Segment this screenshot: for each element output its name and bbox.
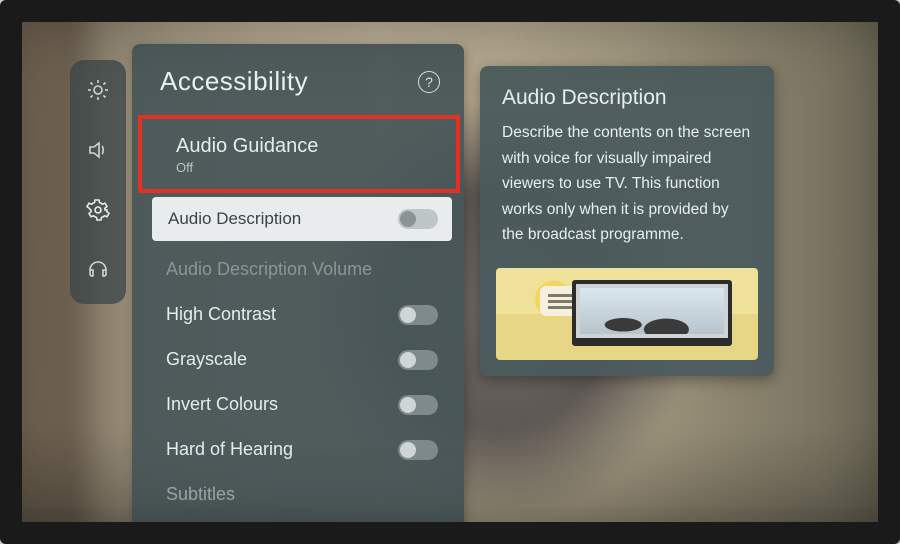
item-audio-description-volume: Audio Description Volume [132, 247, 464, 292]
toggle-invert-colours[interactable] [398, 395, 438, 415]
toggle-grayscale[interactable] [398, 350, 438, 370]
item-label: High Contrast [166, 304, 276, 325]
item-grayscale[interactable]: Grayscale [132, 337, 464, 382]
item-invert-colours[interactable]: Invert Colours [132, 382, 464, 427]
detail-illustration [496, 268, 758, 360]
help-icon[interactable]: ? [418, 71, 440, 93]
item-audio-description[interactable]: Audio Description [152, 197, 452, 241]
detail-body: Describe the contents on the screen with… [480, 120, 774, 262]
settings-list: Audio Guidance Off Audio Description Aud… [132, 115, 464, 517]
toggle-high-contrast[interactable] [398, 305, 438, 325]
item-hard-of-hearing[interactable]: Hard of Hearing [132, 427, 464, 472]
accessibility-panel: Accessibility ? Audio Guidance Off Audio… [132, 44, 464, 544]
sound-icon[interactable] [78, 130, 118, 170]
item-label: Invert Colours [166, 394, 278, 415]
item-label: Audio Description Volume [166, 259, 372, 280]
item-subtitles[interactable]: Subtitles [132, 472, 464, 517]
item-label: Grayscale [166, 349, 247, 370]
toggle-audio-description[interactable] [398, 209, 438, 229]
item-label: Subtitles [166, 484, 235, 505]
item-text: Audio Guidance Off [176, 135, 318, 175]
item-label: Hard of Hearing [166, 439, 293, 460]
settings-category-rail [70, 60, 126, 304]
item-label: Audio Guidance [176, 135, 318, 158]
toggle-hard-of-hearing[interactable] [398, 440, 438, 460]
panel-title: Accessibility [160, 66, 308, 97]
item-value: Off [176, 160, 318, 175]
settings-icon[interactable] [78, 190, 118, 230]
detail-title: Audio Description [480, 66, 774, 120]
support-icon[interactable] [78, 250, 118, 290]
item-high-contrast[interactable]: High Contrast [132, 292, 464, 337]
detail-card: Audio Description Describe the contents … [480, 66, 774, 376]
brightness-icon[interactable] [78, 70, 118, 110]
item-label: Audio Description [168, 209, 301, 229]
item-audio-guidance[interactable]: Audio Guidance Off [138, 115, 460, 193]
tv-illustration [572, 280, 732, 346]
panel-header: Accessibility ? [132, 44, 464, 115]
